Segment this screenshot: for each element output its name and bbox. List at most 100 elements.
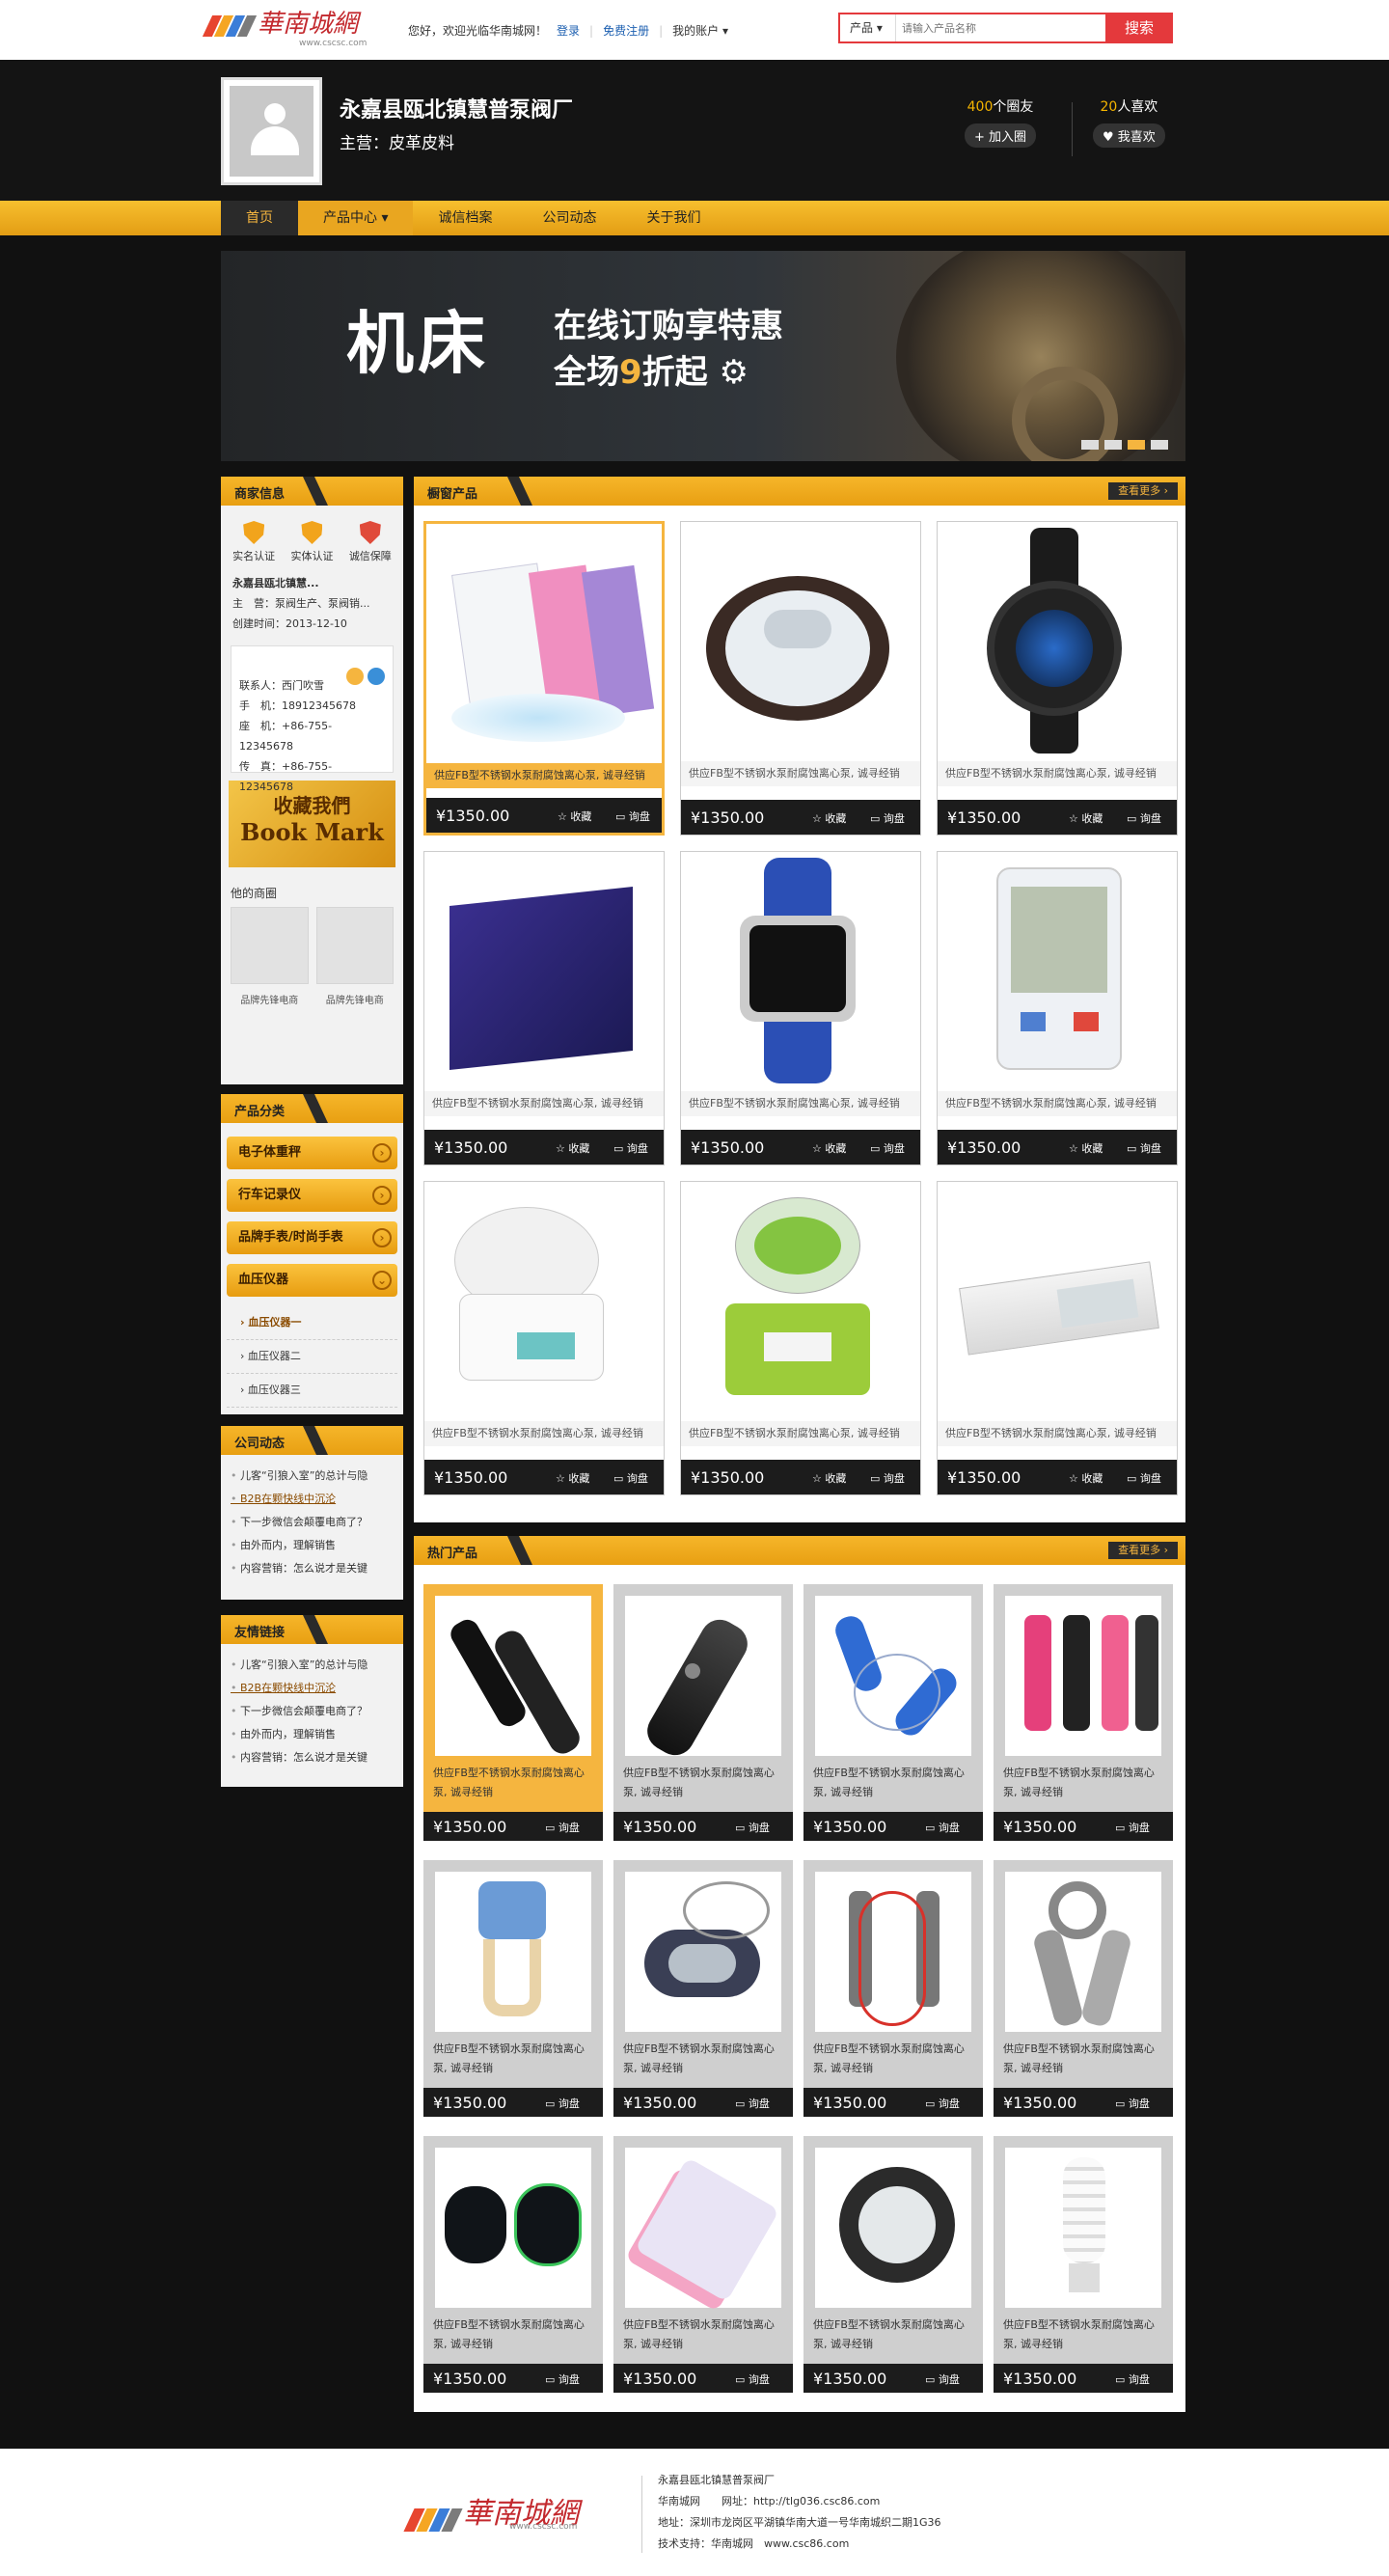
inquiry-button[interactable]: ▭ 询盘 (1127, 1140, 1161, 1156)
inquiry-button[interactable]: ▭ 询盘 (1127, 810, 1161, 826)
product-description[interactable]: 供应FB型不锈钢水泵耐腐蚀离心泵, 诚寻经销 (424, 1421, 664, 1446)
qq-icon[interactable] (368, 668, 385, 685)
product-description[interactable]: 供应FB型不锈钢水泵耐腐蚀离心泵, 诚寻经销 (623, 2316, 787, 2354)
search-input[interactable] (902, 18, 1095, 38)
banner-dot[interactable] (1151, 440, 1168, 450)
hot-product-card[interactable]: 供应FB型不锈钢水泵耐腐蚀离心泵, 诚寻经销 ¥1350.00 ▭ 询盘 (423, 1860, 603, 2117)
news-item[interactable]: 儿客“引狼入室”的总计与隐 (231, 1465, 394, 1488)
pedometer-icon[interactable] (625, 1872, 781, 2032)
inquiry-button[interactable]: ▭ 询盘 (1115, 2096, 1150, 2111)
banner-dot-active[interactable] (1128, 440, 1145, 450)
product-description[interactable]: 供应FB型不锈钢水泵耐腐蚀离心泵, 诚寻经销 (938, 1091, 1177, 1116)
other-shop-item[interactable]: 品牌先锋电商 (315, 907, 394, 1006)
inquiry-button[interactable]: ▭ 询盘 (1115, 2371, 1150, 2387)
jump-rope-red-icon[interactable] (815, 1872, 971, 2032)
hot-product-card[interactable]: 供应FB型不锈钢水泵耐腐蚀离心泵, 诚寻经销 ¥1350.00 ▭ 询盘 (803, 1584, 983, 1841)
showcase-product-card[interactable]: 供应FB型不锈钢水泵耐腐蚀离心泵, 诚寻经销 ¥1350.00 ☆ 收藏 ▭ 询盘 (423, 1181, 665, 1495)
product-description[interactable]: 供应FB型不锈钢水泵耐腐蚀离心泵, 诚寻经销 (681, 1091, 920, 1116)
inquiry-button[interactable]: ▭ 询盘 (1127, 1470, 1161, 1486)
category-item-expanded[interactable]: 血压仪器 ⌄ (227, 1264, 397, 1297)
news-item[interactable]: 内容营销：怎么说才是关键 (231, 1557, 394, 1580)
product-description[interactable]: 供应FB型不锈钢水泵耐腐蚀离心泵, 诚寻经销 (433, 2316, 597, 2354)
register-link[interactable]: 免费注册 (603, 22, 649, 39)
showcase-product-card[interactable]: 供应FB型不锈钢水泵耐腐蚀离心泵, 诚寻经销 ¥1350.00 ☆ 收藏 ▭ 询盘 (423, 521, 665, 836)
hot-product-card[interactable]: 供应FB型不锈钢水泵耐腐蚀离心泵, 诚寻经销 ¥1350.00 ▭ 询盘 (613, 1584, 793, 1841)
inquiry-button[interactable]: ▭ 询盘 (735, 1820, 770, 1835)
inquiry-button[interactable]: ▭ 询盘 (870, 1470, 905, 1486)
showcase-product-card[interactable]: 供应FB型不锈钢水泵耐腐蚀离心泵, 诚寻经销 ¥1350.00 ☆ 收藏 ▭ 询盘 (680, 851, 921, 1165)
product-description[interactable]: 供应FB型不锈钢水泵耐腐蚀离心泵, 诚寻经销 (1003, 2040, 1167, 2078)
hot-product-card[interactable]: 供应FB型不锈钢水泵耐腐蚀离心泵, 诚寻经销 ¥1350.00 ▭ 询盘 (803, 1860, 983, 2117)
favorite-button[interactable]: ☆ 收藏 (812, 1140, 846, 1156)
other-shop-item[interactable]: 品牌先锋电商 (231, 907, 309, 1006)
favorite-button[interactable]: ☆ 收藏 (556, 1140, 589, 1156)
nav-home[interactable]: 首页 (221, 201, 298, 235)
like-button[interactable]: ♥ 我喜欢 (1093, 123, 1165, 148)
product-description[interactable]: 供应FB型不锈钢水泵耐腐蚀离心泵, 诚寻经销 (938, 1421, 1177, 1446)
inquiry-button[interactable]: ▭ 询盘 (545, 2096, 580, 2111)
link-item[interactable]: 内容营销：怎么说才是关键 (231, 1746, 394, 1769)
showcase-product-card[interactable]: 供应FB型不锈钢水泵耐腐蚀离心泵, 诚寻经销 ¥1350.00 ☆ 收藏 ▭ 询盘 (937, 1181, 1178, 1495)
bp-monitor-icon[interactable] (943, 858, 1171, 1083)
product-description[interactable]: 供应FB型不锈钢水泵耐腐蚀离心泵, 诚寻经销 (681, 1421, 920, 1446)
link-item[interactable]: 下一步微信会颠覆电商了？ (231, 1700, 394, 1723)
view-more-link[interactable]: 查看更多 › (1108, 482, 1178, 500)
kitchen-scale-white-icon[interactable] (430, 1188, 658, 1413)
kitchen-scale-green-icon[interactable] (687, 1188, 914, 1413)
hand-gripper-icon[interactable] (435, 1872, 591, 2032)
usb-pointer-icon[interactable] (435, 1596, 591, 1759)
favorite-button[interactable]: ☆ 收藏 (812, 810, 846, 826)
scale-blue-icon[interactable] (432, 530, 656, 755)
inquiry-button[interactable]: ▭ 询盘 (925, 1820, 960, 1835)
product-description[interactable]: 供应FB型不锈钢水泵耐腐蚀离心泵, 诚寻经销 (433, 2040, 597, 2078)
favorite-button[interactable]: ☆ 收藏 (812, 1470, 846, 1486)
nav-news[interactable]: 公司动态 (517, 201, 621, 235)
view-more-link[interactable]: 查看更多 › (1108, 1542, 1178, 1559)
banner-dot[interactable] (1081, 440, 1099, 450)
hot-product-card[interactable]: 供应FB型不锈钢水泵耐腐蚀离心泵, 诚寻经销 ¥1350.00 ▭ 询盘 (423, 1584, 603, 1841)
product-description[interactable]: 供应FB型不锈钢水泵耐腐蚀离心泵, 诚寻经销 (433, 1764, 597, 1802)
showcase-product-card[interactable]: 供应FB型不锈钢水泵耐腐蚀离心泵, 诚寻经销 ¥1350.00 ☆ 收藏 ▭ 询盘 (937, 851, 1178, 1165)
product-description[interactable]: 供应FB型不锈钢水泵耐腐蚀离心泵, 诚寻经销 (681, 761, 920, 786)
category-item[interactable]: 行车记录仪 › (227, 1179, 397, 1212)
showcase-product-card[interactable]: 供应FB型不锈钢水泵耐腐蚀离心泵, 诚寻经销 ¥1350.00 ☆ 收藏 ▭ 询盘 (680, 1181, 921, 1495)
laser-pointer-icon[interactable] (625, 1596, 781, 1763)
inquiry-button[interactable]: ▭ 询盘 (1115, 1820, 1150, 1835)
showcase-product-card[interactable]: 供应FB型不锈钢水泵耐腐蚀离心泵, 诚寻经销 ¥1350.00 ☆ 收藏 ▭ 询盘 (423, 851, 665, 1165)
hot-product-card[interactable]: 供应FB型不锈钢水泵耐腐蚀离心泵, 诚寻经销 ¥1350.00 ▭ 询盘 (423, 2136, 603, 2393)
nav-products[interactable]: 产品中心 ▾ (298, 201, 414, 235)
subcategory-item[interactable]: › 血压仪器三 (227, 1374, 397, 1408)
favorite-button[interactable]: ☆ 收藏 (1069, 810, 1103, 826)
product-description[interactable]: 供应FB型不锈钢水泵耐腐蚀离心泵, 诚寻经销 (426, 763, 662, 788)
product-description[interactable]: 供应FB型不锈钢水泵耐腐蚀离心泵, 诚寻经销 (938, 761, 1177, 786)
login-link[interactable]: 登录 (557, 22, 580, 39)
inquiry-button[interactable]: ▭ 询盘 (870, 1140, 905, 1156)
promo-banner[interactable]: 机床 在线订购享特惠 全场9折起 ⚙ (221, 251, 1185, 461)
favorite-button[interactable]: ☆ 收藏 (556, 1470, 589, 1486)
product-description[interactable]: 供应FB型不锈钢水泵耐腐蚀离心泵, 诚寻经销 (813, 2316, 977, 2354)
nav-about[interactable]: 关于我们 (621, 201, 725, 235)
subcategory-item[interactable]: › 血压仪器一 (227, 1306, 397, 1340)
showcase-product-card[interactable]: 供应FB型不锈钢水泵耐腐蚀离心泵, 诚寻经销 ¥1350.00 ☆ 收藏 ▭ 询盘 (680, 521, 921, 836)
hot-product-card[interactable]: 供应FB型不锈钢水泵耐腐蚀离心泵, 诚寻经销 ¥1350.00 ▭ 询盘 (613, 1860, 793, 2117)
footer-logo[interactable]: 華南城網 www.cscsc.com (403, 2489, 579, 2532)
clock-icon[interactable] (943, 1188, 1171, 1413)
hot-product-card[interactable]: 供应FB型不锈钢水泵耐腐蚀离心泵, 诚寻经销 ¥1350.00 ▭ 询盘 (994, 2136, 1173, 2393)
favorite-button[interactable]: ☆ 收藏 (1069, 1140, 1103, 1156)
product-description[interactable]: 供应FB型不锈钢水泵耐腐蚀离心泵, 诚寻经销 (424, 1091, 664, 1116)
hot-product-card[interactable]: 供应FB型不锈钢水泵耐腐蚀离心泵, 诚寻经销 ¥1350.00 ▭ 询盘 (803, 2136, 983, 2393)
product-description[interactable]: 供应FB型不锈钢水泵耐腐蚀离心泵, 诚寻经销 (623, 2040, 787, 2078)
search-category-select[interactable]: 产品 ▾ (840, 14, 896, 41)
join-circle-button[interactable]: + 加入圈 (965, 123, 1037, 148)
speakers-icon[interactable] (435, 2148, 591, 2308)
news-item[interactable]: B2B在颗快线中沉沦 (231, 1488, 394, 1511)
inquiry-button[interactable]: ▭ 询盘 (925, 2371, 960, 2387)
product-description[interactable]: 供应FB型不锈钢水泵耐腐蚀离心泵, 诚寻经销 (623, 1764, 787, 1802)
my-account-menu[interactable]: 我的账户 ▾ (672, 22, 728, 39)
product-description[interactable]: 供应FB型不锈钢水泵耐腐蚀离心泵, 诚寻经销 (813, 2040, 977, 2078)
favorite-button[interactable]: ☆ 收藏 (1069, 1470, 1103, 1486)
inquiry-button[interactable]: ▭ 询盘 (735, 2371, 770, 2387)
scale-pink-icon[interactable] (624, 2148, 781, 2313)
hot-product-card[interactable]: 供应FB型不锈钢水泵耐腐蚀离心泵, 诚寻经销 ¥1350.00 ▭ 询盘 (994, 1584, 1173, 1841)
favorite-button[interactable]: ☆ 收藏 (558, 808, 591, 824)
